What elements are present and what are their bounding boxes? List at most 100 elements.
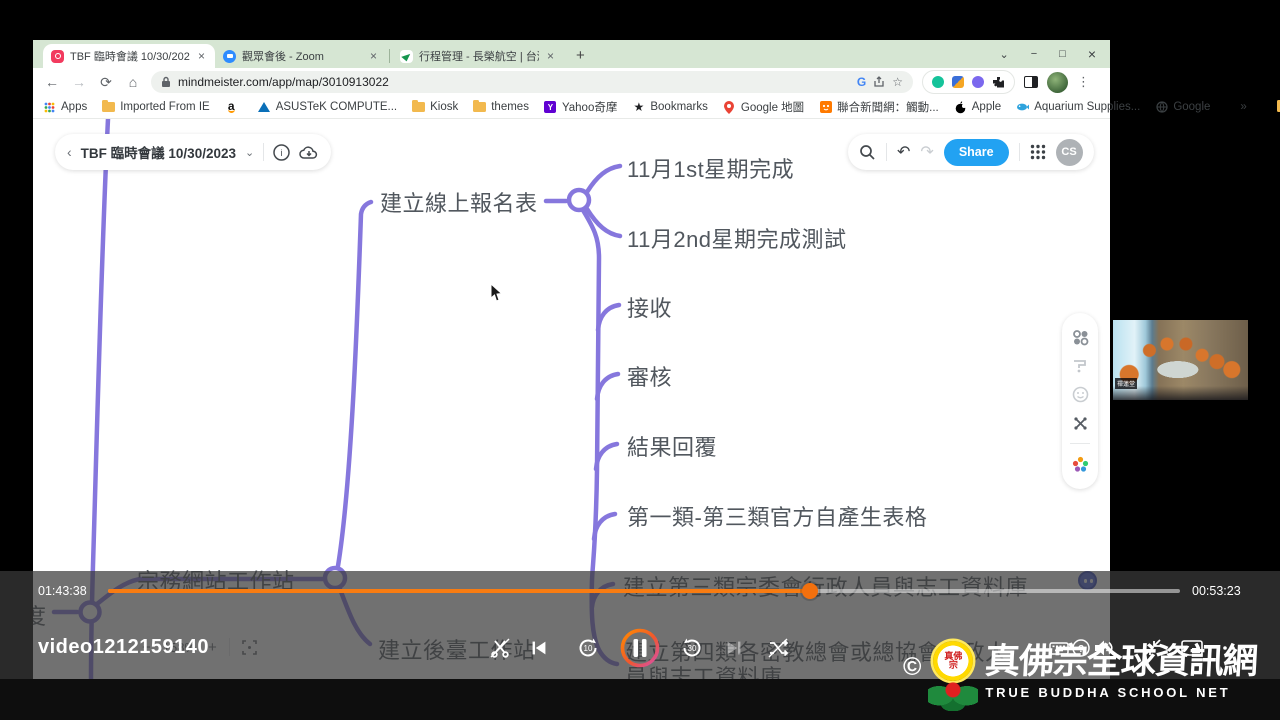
bookmark-yahoo[interactable]: Y Yahoo奇摩 bbox=[544, 99, 617, 115]
folder-icon bbox=[412, 100, 426, 114]
bookmarks-overflow-chevron[interactable]: » bbox=[1240, 101, 1246, 113]
collapse-fullscreen-icon[interactable] bbox=[1139, 635, 1165, 661]
udn-icon bbox=[819, 101, 832, 114]
cloud-download-icon[interactable] bbox=[299, 144, 319, 161]
puzzle-extensions-icon[interactable] bbox=[992, 76, 1005, 89]
video-title: video1212159140 bbox=[38, 636, 209, 658]
undo-icon[interactable]: ↶ bbox=[897, 142, 910, 162]
user-avatar[interactable]: CS bbox=[1055, 138, 1083, 166]
mouse-cursor bbox=[490, 283, 503, 302]
extensions-pill bbox=[922, 70, 1015, 94]
apps-grid-icon[interactable] bbox=[1030, 144, 1046, 160]
tab-strip: TBF 臨時會議 10/30/2023 - Min × 觀眾會後 - Zoom … bbox=[33, 40, 1110, 68]
mindmap-node[interactable]: 11月1st星期完成 bbox=[627, 152, 794, 184]
more-options-icon[interactable] bbox=[1220, 635, 1246, 661]
map-title[interactable]: TBF 臨時會議 10/30/2023 bbox=[81, 142, 236, 162]
yahoo-icon: Y bbox=[544, 101, 557, 114]
map-title-bar: ‹ TBF 臨時會議 10/30/2023 ⌄ i bbox=[55, 134, 332, 170]
bookmark-themes[interactable]: themes bbox=[473, 100, 529, 114]
mindmap-node[interactable]: 第一類-第三類官方自產生表格 bbox=[627, 500, 927, 532]
next-icon[interactable] bbox=[721, 635, 747, 661]
eva-air-favicon bbox=[400, 49, 413, 63]
share-button[interactable]: Share bbox=[943, 138, 1009, 166]
folder-icon bbox=[102, 100, 116, 114]
close-icon[interactable]: × bbox=[1088, 46, 1096, 62]
forward-30-icon[interactable]: 30 bbox=[679, 635, 705, 661]
meeting-video-thumbnail[interactable]: 禪蓮堂 bbox=[1113, 320, 1248, 400]
bookmark-google[interactable]: Google bbox=[1155, 101, 1210, 114]
mindmap-node[interactable]: 審核 bbox=[627, 360, 672, 392]
shuffle-off-icon[interactable] bbox=[765, 635, 791, 661]
bookmarks-bar: Apps Imported From IE a ASUSTeK COMPUTE.… bbox=[33, 96, 1280, 119]
mindmap-node[interactable]: 結果回覆 bbox=[627, 430, 717, 462]
pause-button[interactable] bbox=[619, 627, 661, 669]
tab-zoom[interactable]: 觀眾會後 - Zoom × bbox=[215, 44, 387, 68]
minimize-icon[interactable]: − bbox=[1031, 48, 1037, 60]
previous-icon[interactable] bbox=[526, 635, 552, 661]
share-icon[interactable] bbox=[873, 76, 885, 88]
google-icon[interactable]: G bbox=[857, 75, 866, 89]
emoji-icon[interactable] bbox=[1072, 386, 1089, 403]
browser-toolbar: ← → ⟳ ⌂ mindmeister.com/app/map/30109130… bbox=[33, 68, 1110, 96]
true-buddha-seal-logo: 真佛宗 bbox=[928, 641, 979, 715]
address-bar[interactable]: mindmeister.com/app/map/3010913022 G ☆ bbox=[151, 71, 913, 93]
bookmark-star-icon[interactable]: ☆ bbox=[892, 75, 903, 89]
tab-eva-air[interactable]: 行程管理 - 長榮航空 | 台灣 (繁 × bbox=[392, 44, 564, 68]
picture-in-picture-icon[interactable] bbox=[1179, 635, 1205, 661]
extension-icon[interactable] bbox=[952, 76, 964, 88]
layout-dots-icon[interactable] bbox=[1072, 329, 1089, 346]
amazon-icon: a bbox=[227, 99, 235, 113]
map-actions-bar: ↶ ↷ Share CS bbox=[848, 134, 1094, 170]
window-menu-icon[interactable]: ⌄ bbox=[1000, 48, 1009, 61]
maximize-icon[interactable]: □ bbox=[1059, 48, 1066, 60]
volume-icon[interactable] bbox=[1091, 635, 1117, 661]
mindmap-node[interactable]: 建立線上報名表 bbox=[380, 186, 538, 218]
bookmark-kiosk[interactable]: Kiosk bbox=[412, 100, 458, 114]
mindmeister-favicon bbox=[51, 49, 64, 63]
bookmark-apple[interactable]: Apple bbox=[954, 100, 1001, 114]
svg-text:i: i bbox=[281, 148, 283, 158]
svg-text:?: ? bbox=[1078, 644, 1084, 655]
tab-close-icon[interactable]: × bbox=[545, 49, 556, 63]
clip-scissors-icon[interactable] bbox=[487, 635, 513, 661]
bookmark-apps[interactable]: Apps bbox=[43, 101, 87, 114]
forward-icon[interactable]: → bbox=[70, 74, 88, 90]
home-icon[interactable]: ⌂ bbox=[124, 74, 142, 90]
bookmark-imported-from-ie[interactable]: Imported From IE bbox=[102, 100, 210, 114]
tab-close-icon[interactable]: × bbox=[368, 49, 379, 63]
redo-icon[interactable]: ↷ bbox=[920, 142, 933, 162]
fish-icon bbox=[1016, 101, 1030, 114]
bookmark-asustek[interactable]: ASUSTeK COMPUTE... bbox=[258, 101, 397, 114]
connections-icon[interactable] bbox=[1072, 415, 1089, 432]
extension-face-icon[interactable] bbox=[972, 76, 984, 88]
mindmap-node[interactable]: 接收 bbox=[627, 291, 672, 323]
search-icon[interactable] bbox=[859, 144, 876, 161]
tab-mindmeister[interactable]: TBF 臨時會議 10/30/2023 - Min × bbox=[43, 44, 215, 68]
back-chevron-icon[interactable]: ‹ bbox=[67, 144, 72, 160]
browser-menu-icon[interactable]: ⋮ bbox=[1077, 74, 1090, 90]
rewind-10-icon[interactable]: 10 bbox=[575, 635, 601, 661]
asus-icon bbox=[258, 101, 271, 114]
mindmap-node[interactable]: 11月2nd星期完成測試 bbox=[627, 222, 847, 254]
profile-avatar[interactable] bbox=[1047, 71, 1068, 93]
bookmark-amazon[interactable]: a bbox=[225, 99, 243, 114]
elapsed-time: 01:43:38 bbox=[38, 584, 87, 598]
reload-icon[interactable]: ⟳ bbox=[97, 74, 115, 91]
progress-bar[interactable] bbox=[108, 583, 1180, 599]
style-brush-icon[interactable] bbox=[1072, 357, 1089, 374]
title-dropdown-icon[interactable]: ⌄ bbox=[245, 146, 254, 159]
bookmark-udn-news[interactable]: 聯合新聞網：觸動... bbox=[819, 99, 939, 115]
bookmark-google-maps[interactable]: Google 地圖 bbox=[723, 99, 804, 115]
apple-icon bbox=[954, 100, 967, 114]
bookmark-bookmarks[interactable]: ★ Bookmarks bbox=[632, 100, 707, 114]
watermark-site-name: 真佛宗全球資訊網 bbox=[984, 642, 1259, 681]
info-icon[interactable]: i bbox=[273, 143, 290, 161]
grammarly-icon[interactable] bbox=[932, 76, 944, 88]
new-tab-button[interactable]: + bbox=[576, 47, 585, 64]
tab-close-icon[interactable]: × bbox=[196, 49, 207, 63]
tab-title: TBF 臨時會議 10/30/2023 - Min bbox=[70, 51, 190, 63]
bookmark-aquarium[interactable]: Aquarium Supplies... bbox=[1016, 101, 1140, 114]
back-icon[interactable]: ← bbox=[43, 74, 61, 90]
side-panel-icon[interactable] bbox=[1024, 76, 1038, 88]
meister-flower-icon[interactable] bbox=[1072, 456, 1089, 473]
